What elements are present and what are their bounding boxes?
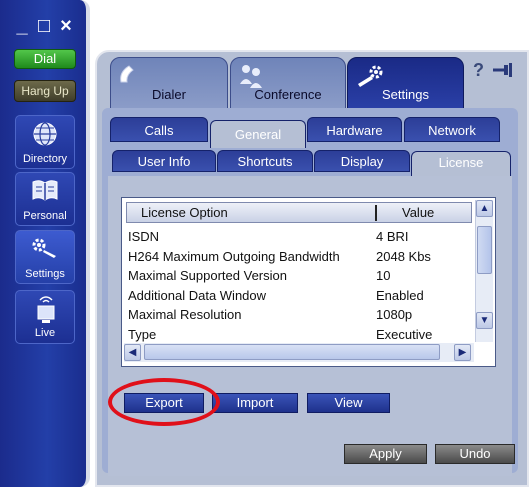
maximize-icon[interactable]: □ <box>36 16 52 36</box>
settings-wrench-icon <box>358 65 383 87</box>
conference-icon <box>240 65 262 88</box>
horizontal-scrollbar[interactable]: ◀ ▶ <box>124 343 474 362</box>
table-row[interactable]: H264 Maximum Outgoing Bandwidth 2048 Kbs <box>128 247 473 267</box>
tab-settings[interactable]: Settings <box>347 57 464 109</box>
tab-dialer[interactable]: Dialer <box>110 57 228 109</box>
option-cell: H264 Maximum Outgoing Bandwidth <box>128 248 340 264</box>
horizontal-scroll-thumb[interactable] <box>144 344 440 360</box>
sidebar-item-label: Personal <box>23 210 67 222</box>
option-cell: Maximal Supported Version <box>128 268 287 283</box>
live-monitor-icon <box>37 296 55 323</box>
tab-network[interactable]: Network <box>404 117 500 142</box>
tab-label: Dialer <box>152 87 186 102</box>
option-cell: Type <box>128 326 157 342</box>
minimize-icon[interactable]: _ <box>14 16 30 36</box>
window-controls: _ □ × <box>14 16 74 36</box>
column-header-option[interactable]: License Option <box>141 205 228 220</box>
book-icon <box>32 180 58 201</box>
sidebar-item-settings[interactable]: Settings <box>15 230 75 284</box>
view-button[interactable]: View <box>307 393 390 413</box>
tab-conference[interactable]: Conference <box>230 57 346 109</box>
value-cell: 2048 Kbs <box>376 248 431 264</box>
sidebar: _ □ × Dial Hang Up Directory Personal Se… <box>0 0 90 487</box>
hang-up-button[interactable]: Hang Up <box>14 80 76 102</box>
scroll-left-button[interactable]: ◀ <box>124 344 141 361</box>
table-header: License Option Value <box>126 202 472 223</box>
sidebar-item-label: Settings <box>25 268 65 280</box>
tab-display[interactable]: Display <box>314 150 410 172</box>
value-cell: 4 BRI <box>376 229 409 244</box>
tab-user-info[interactable]: User Info <box>112 150 216 172</box>
table-row[interactable]: Type Executive <box>128 325 473 345</box>
scroll-right-button[interactable]: ▶ <box>454 344 471 361</box>
dial-button[interactable]: Dial <box>14 49 76 69</box>
column-header-value[interactable]: Value <box>402 205 434 220</box>
license-rows: ISDN 4 BRI H264 Maximum Outgoing Bandwidt… <box>128 227 473 344</box>
apply-button[interactable]: Apply <box>344 444 427 464</box>
tab-shortcuts[interactable]: Shortcuts <box>217 150 313 172</box>
sidebar-item-label: Directory <box>22 153 67 165</box>
column-divider[interactable] <box>375 205 377 221</box>
sidebar-item-directory[interactable]: Directory <box>15 115 75 169</box>
vertical-scrollbar[interactable]: ▲ ▼ <box>475 200 493 342</box>
import-button[interactable]: Import <box>212 393 298 413</box>
handset-icon <box>120 65 134 83</box>
value-cell: Enabled <box>376 287 424 303</box>
sidebar-item-label: Live <box>34 327 56 339</box>
tab-general[interactable]: General <box>210 120 306 148</box>
app-window: _ □ × Dial Hang Up Directory Personal Se… <box>0 0 529 487</box>
value-cell: 10 <box>376 268 391 283</box>
option-cell: ISDN <box>128 229 160 244</box>
tab-label: Settings <box>382 87 429 102</box>
globe-icon <box>33 122 57 146</box>
tab-hardware[interactable]: Hardware <box>307 117 402 142</box>
scroll-up-button[interactable]: ▲ <box>476 200 493 217</box>
help-icon[interactable]: ? <box>473 60 484 81</box>
undo-button[interactable]: Undo <box>435 444 515 464</box>
scroll-down-button[interactable]: ▼ <box>476 312 493 329</box>
sidebar-item-personal[interactable]: Personal <box>15 172 75 226</box>
tab-license[interactable]: License <box>411 151 511 179</box>
option-cell: Maximal Resolution <box>128 307 242 322</box>
option-cell: Additional Data Window <box>128 287 267 303</box>
pin-icon[interactable] <box>492 62 514 78</box>
close-icon[interactable]: × <box>58 16 74 36</box>
license-table: License Option Value ISDN 4 BRI H264 Maxi… <box>121 197 496 367</box>
sidebar-item-live[interactable]: Live <box>15 290 75 344</box>
tab-label: Conference <box>254 87 322 102</box>
tab-calls[interactable]: Calls <box>110 117 208 142</box>
settings-wrench-icon <box>32 238 56 258</box>
value-cell: 1080p <box>376 307 413 322</box>
table-row[interactable]: Maximal Resolution 1080p <box>128 305 473 325</box>
table-row[interactable]: Additional Data Window Enabled <box>128 286 473 306</box>
table-row[interactable]: ISDN 4 BRI <box>128 227 473 247</box>
table-row[interactable]: Maximal Supported Version 10 <box>128 266 473 286</box>
highlight-annotation <box>108 378 220 426</box>
vertical-scroll-thumb[interactable] <box>477 226 492 274</box>
value-cell: Executive <box>376 326 433 342</box>
